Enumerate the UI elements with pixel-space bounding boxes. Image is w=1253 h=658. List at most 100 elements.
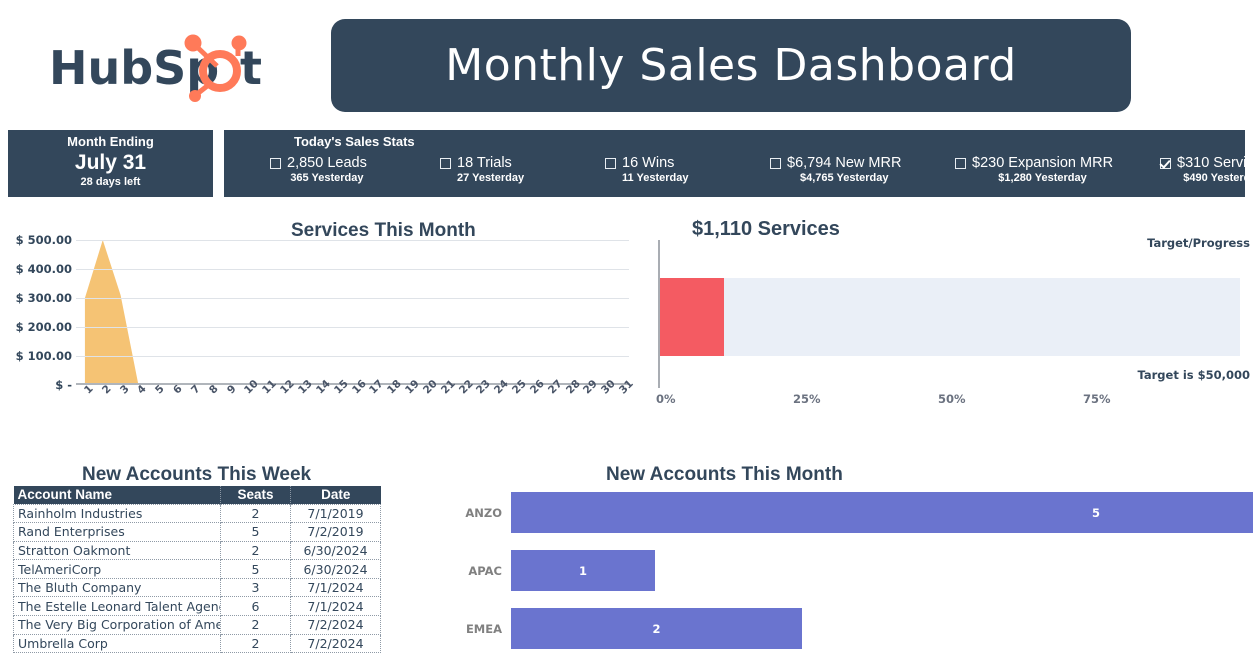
sales-stat-item[interactable]: $230 Expansion MRR $1,280 Yesterday: [955, 154, 1113, 185]
sales-stat-texts: $310 Services$490 Yesterday: [1177, 154, 1253, 185]
bar-chart-row: ANZO 5: [440, 492, 1253, 533]
bullet-progress-bar: [660, 278, 724, 356]
services-this-month-area-chart: $ 500.00 $ 400.00 $ 300.00 $ 200.00 $ 100.00…: [0, 233, 640, 425]
sales-stat-item[interactable]: 16 Wins 11 Yesterday: [605, 154, 688, 185]
sales-stat-texts: $230 Expansion MRR $1,280 Yesterday: [972, 154, 1113, 185]
sales-stat-item[interactable]: $6,794 New MRR $4,765 Yesterday: [770, 154, 901, 185]
bar-chart-bar[interactable]: 1: [511, 550, 655, 591]
cell-account-name: Stratton Oakmont: [13, 540, 221, 561]
cell-account-name: TelAmeriCorp: [13, 559, 221, 579]
bullet-x-tick-label: 75%: [1083, 392, 1111, 406]
bar-category-label: EMEA: [465, 621, 502, 636]
checkbox-checked-icon[interactable]: [1160, 158, 1171, 169]
table-row[interactable]: Umbrella Corp 2 7/2/2024: [13, 633, 381, 654]
area-chart-y-tick-label: $ 500.00: [15, 233, 72, 247]
area-chart-y-tick-label: $ -: [55, 378, 72, 392]
cell-account-name: Rand Enterprises: [13, 522, 221, 542]
sales-stat-value: $6,794 New MRR: [787, 155, 902, 171]
month-ending-value: July 31: [74, 151, 147, 174]
sales-stat-yesterday: $4,765 Yesterday: [799, 172, 889, 184]
cell-seats: 6: [220, 596, 291, 617]
todays-sales-stats-card: Today's Sales Stats 2,850 Leads 365 Yeste…: [224, 130, 1253, 197]
table-row[interactable]: TelAmeriCorp 5 6/30/2024: [13, 559, 381, 579]
area-chart-y-tick-label: $ 300.00: [15, 291, 72, 305]
area-chart-gridline: [76, 327, 629, 328]
checkbox-icon[interactable]: [270, 158, 281, 169]
sales-stat-value: $230 Expansion MRR: [972, 155, 1114, 171]
services-target-progress-chart: Target/Progress Target is $50,000 0% 25% 5…: [650, 236, 1253, 425]
area-chart-x-axis: 1 2 3 4 5 6 7 8 9 10 11 12 13 14 15 16 17 18 19 20 21 22 23 24 2…: [76, 378, 636, 424]
sales-stat-item[interactable]: $310 Services$490 Yesterday: [1160, 154, 1253, 185]
table-column-header[interactable]: Seats: [220, 486, 291, 504]
new-accounts-month-bar-chart: ANZO 5 APAC 1 EMEA 2: [440, 486, 1253, 658]
bar-chart-bar[interactable]: 2: [511, 608, 802, 649]
cell-date: 7/1/2019: [290, 503, 381, 524]
cell-date: 7/2/2024: [290, 633, 381, 654]
bar-value-label: 2: [652, 621, 661, 636]
sales-stat-yesterday: $490 Yesterday: [1183, 172, 1253, 184]
target-annotation: Target is $50,000: [1137, 368, 1251, 382]
bullet-x-tick-label: 50%: [938, 392, 966, 406]
cell-account-name: Rainholm Industries: [13, 503, 221, 524]
bar-category-label: APAC: [468, 563, 502, 578]
table-body: Rainholm Industries 2 7/1/2019 Rand Enterpr…: [13, 503, 381, 654]
cell-account-name: Umbrella Corp: [13, 633, 221, 654]
table-row[interactable]: The Bluth Company 3 7/1/2024: [13, 577, 381, 598]
sales-stat-texts: 16 Wins 11 Yesterday: [622, 154, 688, 185]
table-row[interactable]: The Very Big Corporation of America27/2/…: [13, 615, 381, 635]
cell-date: 7/2/2019: [290, 522, 381, 542]
services-total-title: $1,110 Services: [692, 218, 840, 240]
table-row[interactable]: Stratton Oakmont 2 6/30/2024: [13, 540, 381, 561]
bar-chart-bar[interactable]: 5: [511, 492, 1253, 533]
month-ending-label: Month Ending: [67, 134, 154, 149]
cell-seats: 2: [220, 633, 291, 654]
cell-account-name: The Estelle Leonard Talent Agency: [13, 596, 221, 617]
area-chart-y-tick-label: $ 100.00: [15, 349, 72, 363]
checkbox-icon[interactable]: [770, 158, 781, 169]
sales-stat-value: $310 Services: [1177, 155, 1253, 171]
sales-stat-yesterday: $1,280 Yesterday: [998, 172, 1087, 184]
bar-category-label: ANZO: [465, 505, 502, 520]
sales-stat-yesterday: 11 Yesterday: [622, 172, 689, 184]
sales-stat-item[interactable]: 18 Trials 27 Yesterday: [440, 154, 524, 185]
table-row[interactable]: The Estelle Leonard Talent Agency 6 7/1/20…: [13, 596, 381, 617]
page-title: Monthly Sales Dashboard: [445, 40, 1017, 91]
sales-stat-value: 2,850 Leads: [287, 155, 367, 171]
cell-account-name: The Very Big Corporation of America: [13, 615, 221, 635]
month-ending-card: Month Ending July 31 28 days left: [8, 130, 213, 197]
bullet-x-tick-label: 0%: [656, 392, 676, 406]
services-this-month-title: Services This Month: [291, 220, 476, 241]
target-progress-legend: Target/Progress: [1147, 236, 1250, 250]
cell-account-name: The Bluth Company: [13, 577, 221, 598]
area-chart-series: [84, 240, 621, 385]
dashboard-title-banner: Monthly Sales Dashboard: [331, 19, 1131, 112]
cell-date: 7/1/2024: [290, 577, 381, 598]
cell-date: 6/30/2024: [290, 540, 381, 561]
cell-date: 7/2/2024: [290, 615, 381, 635]
cell-seats: 2: [220, 503, 291, 524]
area-chart-gridline: [76, 269, 629, 270]
area-chart-gridline: [76, 298, 629, 299]
table-column-header[interactable]: Account Name: [13, 486, 221, 504]
checkbox-icon[interactable]: [440, 158, 451, 169]
area-chart-gridline: [76, 356, 629, 357]
table-header-row: Account Name Seats Date: [13, 486, 381, 504]
new-accounts-table[interactable]: Account Name Seats Date Rainholm Industrie…: [13, 486, 381, 654]
cell-seats: 5: [220, 522, 291, 542]
month-ending-days-left: 28 days left: [80, 176, 141, 188]
cell-seats: 2: [220, 615, 291, 635]
cell-date: 7/1/2024: [290, 596, 381, 617]
table-row[interactable]: Rainholm Industries 2 7/1/2019: [13, 503, 381, 524]
checkbox-icon[interactable]: [955, 158, 966, 169]
table-row[interactable]: Rand Enterprises 5 7/2/2019: [13, 522, 381, 542]
sales-stat-value: 16 Wins: [622, 155, 675, 171]
area-chart-gridline: [76, 240, 629, 241]
table-column-header[interactable]: Date: [290, 486, 381, 504]
checkbox-icon[interactable]: [605, 158, 616, 169]
hubspot-logo: HubSp t: [45, 30, 285, 105]
new-accounts-table-wrap: Account Name Seats Date Rainholm Industrie…: [13, 486, 381, 654]
area-chart-y-tick-label: $ 400.00: [15, 262, 72, 276]
sales-stat-item[interactable]: 2,850 Leads 365 Yesterday: [270, 154, 367, 185]
bar-chart-row: APAC 1: [440, 550, 1253, 591]
bullet-track: [660, 278, 1240, 356]
